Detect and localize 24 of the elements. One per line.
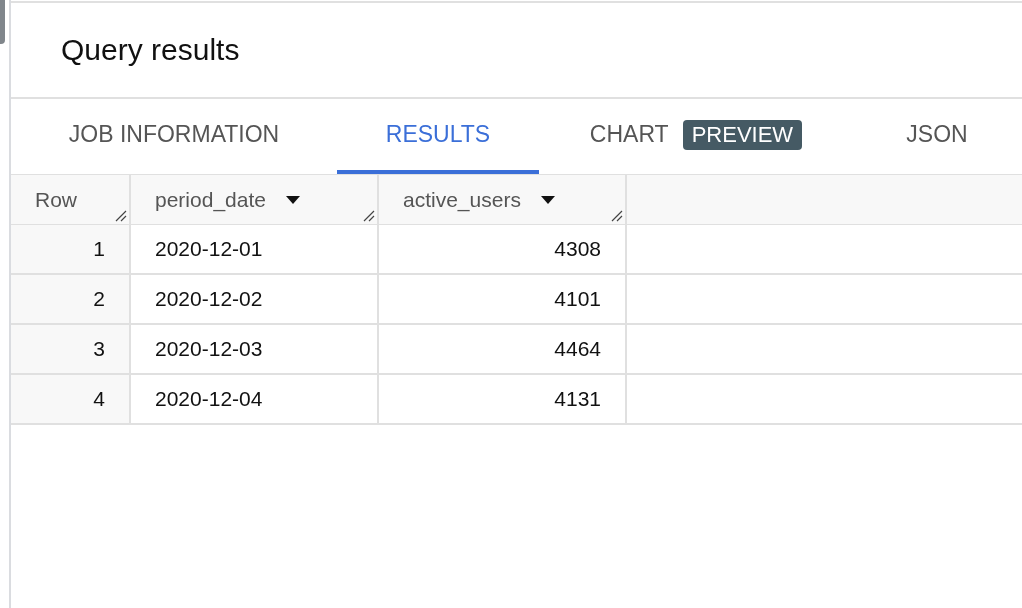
table-cell: 2020-12-02 [131,275,379,323]
table-cell: 4464 [379,325,627,373]
row-number: 3 [11,325,131,373]
table-cell: 2020-12-03 [131,325,379,373]
row-number: 1 [11,225,131,273]
dropdown-caret-icon[interactable] [540,195,555,204]
column-header[interactable]: period_date [131,175,379,224]
table-cell: 4131 [379,375,627,423]
resize-handle-icon[interactable] [611,210,623,222]
dropdown-caret-icon[interactable] [285,195,300,204]
panel-title: Query results [61,35,240,65]
row-number: 4 [11,375,131,423]
resize-handle-icon[interactable] [363,210,375,222]
row-number: 2 [11,275,131,323]
table-cell: 2020-12-04 [131,375,379,423]
preview-badge: PREVIEW [682,119,803,150]
resize-handle-icon[interactable] [115,210,127,222]
scrollbar-thumb[interactable] [0,0,5,44]
tab[interactable]: JOB INFORMATION [11,99,337,174]
table-cell: 4308 [379,225,627,273]
tab[interactable]: JSON [853,99,1021,174]
tab[interactable]: CHART PREVIEW [539,99,853,174]
table-cell: 2020-12-01 [131,225,379,273]
table-cell: 4101 [379,275,627,323]
